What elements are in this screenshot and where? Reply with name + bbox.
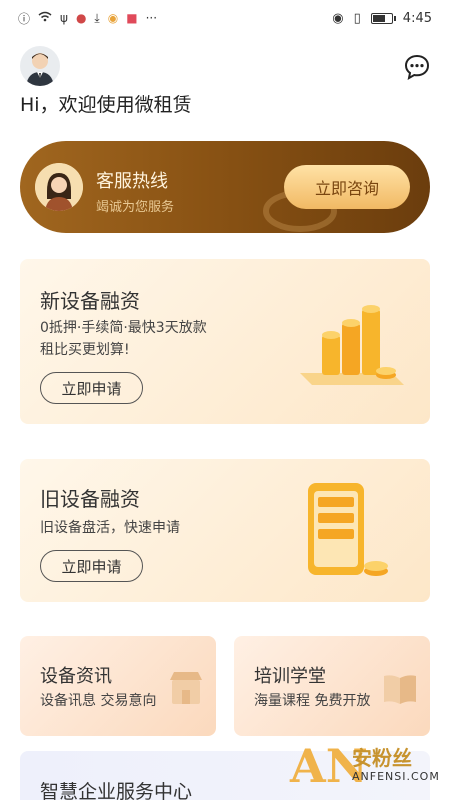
usb-icon: ψ	[60, 11, 68, 25]
agent-avatar	[35, 163, 83, 211]
hotline-subtitle: 竭诚为您服务	[96, 200, 175, 215]
user-avatar[interactable]	[20, 46, 60, 86]
message-icon[interactable]	[404, 54, 430, 80]
card-desc-line2: 租比买更划算!	[40, 342, 130, 358]
card-title: 旧设备融资	[40, 487, 140, 511]
used-equipment-financing-card[interactable]: 旧设备融资 旧设备盘活，快速申请 立即申请	[20, 459, 430, 602]
greeting-text: Hi，欢迎使用微租赁	[20, 94, 192, 116]
consult-now-button[interactable]: 立即咨询	[284, 165, 410, 209]
book-icon	[384, 675, 416, 704]
watermark: AN 安粉丝 ANFENSI.COM	[290, 738, 440, 794]
location-icon: ●	[75, 11, 87, 25]
status-bar: ⓘ ψ ● ⤓ ◉ ■ ··· ◉ ▯ 4:45	[0, 0, 450, 36]
training-academy-card[interactable]: 培训学堂 海量课程 免费开放	[234, 636, 430, 736]
phone-list-icon	[308, 483, 388, 576]
shop-icon	[170, 672, 202, 704]
coin-stack-icon	[300, 305, 404, 385]
app-icon: ◉	[107, 11, 119, 25]
app-icon: ■	[126, 11, 138, 25]
apply-now-button[interactable]: 立即申请	[40, 550, 143, 582]
download-icon: ⤓	[94, 10, 100, 25]
equipment-news-card[interactable]: 设备资讯 设备讯息 交易意向	[20, 636, 216, 736]
card-title: 设备资讯	[40, 666, 112, 687]
watermark-name: 安粉丝	[352, 746, 412, 770]
hotline-title: 客服热线	[96, 171, 168, 192]
new-equipment-financing-card[interactable]: 新设备融资 0抵押·手续简·最快3天放款 租比买更划算! 立即申请	[20, 259, 430, 424]
customer-hotline-banner[interactable]: 客服热线 竭诚为您服务 立即咨询	[20, 141, 430, 233]
watermark-domain: ANFENSI.COM	[352, 770, 440, 783]
card-title: 智慧企业服务中心	[40, 781, 193, 800]
vibrate-icon: ▯	[353, 10, 361, 26]
status-time: 4:45	[402, 10, 432, 26]
alert-icon: ⓘ	[18, 11, 31, 26]
card-title: 新设备融资	[40, 289, 140, 313]
card-subtitle: 设备讯息 交易意向	[40, 693, 157, 709]
apply-now-button[interactable]: 立即申请	[40, 372, 143, 404]
card-subtitle: 海量课程 免费开放	[254, 693, 371, 709]
card-desc-line1: 0抵押·手续简·最快3天放款	[40, 320, 207, 336]
eye-icon: ◉	[332, 10, 344, 26]
more-icon: ···	[145, 11, 158, 25]
card-title: 培训学堂	[254, 666, 326, 687]
battery-icon	[370, 12, 396, 24]
card-desc-line1: 旧设备盘活，快速申请	[40, 520, 180, 536]
wifi-icon	[38, 11, 52, 25]
status-icons-right: ◉ ▯ 4:45	[332, 11, 432, 26]
status-icons-left: ⓘ ψ ● ⤓ ◉ ■ ···	[18, 10, 157, 27]
